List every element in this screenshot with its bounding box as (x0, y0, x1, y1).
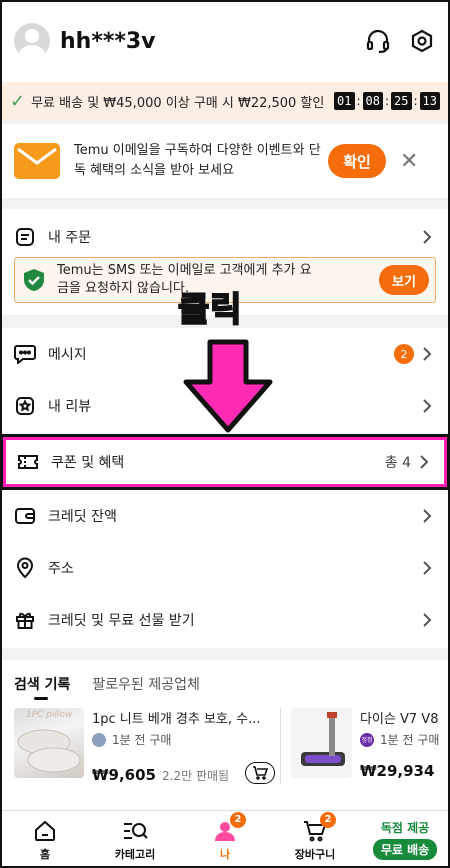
chevron-right-icon (422, 399, 436, 413)
avatar[interactable] (14, 23, 50, 59)
product-name: 다이슨 V7 V8 (360, 712, 439, 727)
confirm-button[interactable]: 확인 (328, 144, 386, 178)
timer-seconds: 25 (391, 92, 412, 110)
add-to-cart-button[interactable] (245, 762, 276, 784)
cart-badge: 2 (320, 811, 336, 828)
seller-badge: 정정 (360, 732, 374, 747)
purchase-time: 1분 전 구매 (112, 733, 172, 747)
credit-gifts-label: 크레딧 및 무료 선물 받기 (48, 613, 195, 629)
review-star-icon (14, 395, 36, 417)
gift-icon (14, 609, 36, 631)
timer-centiseconds: 13 (419, 92, 440, 110)
chevron-right-icon (422, 347, 436, 361)
countdown-timer: 01 : 08 : 25 : 13 (334, 92, 440, 110)
envelope-icon (14, 143, 60, 179)
timer-hours: 01 (334, 92, 355, 110)
chevron-right-icon (422, 613, 436, 627)
free-shipping-pill: 무료 배송 (372, 839, 438, 860)
chevron-right-icon (422, 230, 436, 244)
me-badge: 2 (230, 811, 246, 828)
messages-label: 메시지 (48, 347, 87, 363)
account-menu-section: 크레딧 잔액 주소 크레딧 및 무료 선물 받기 (0, 490, 450, 648)
nav-home[interactable]: 홈 (0, 818, 90, 862)
headset-icon[interactable] (364, 27, 392, 55)
coupons-section: 쿠폰 및 혜택 총 4 (0, 434, 450, 490)
promo-text: 무료 배송 및 ₩45,000 이상 구매 시 ₩22,500 할인 (31, 95, 325, 111)
nav-me[interactable]: 2 나 (180, 811, 270, 862)
check-icon: ✓ (10, 90, 26, 112)
cart-icon: 2 (302, 811, 336, 844)
credit-balance-row[interactable]: 크레딧 잔액 (0, 490, 450, 542)
buyer-avatar (92, 732, 106, 747)
bottom-navigation: 홈 카테고리 2 나 2 장바구니 독점 제공 무료 배송 (0, 810, 450, 868)
nav-cart[interactable]: 2 장바구니 (270, 811, 360, 862)
product-price: ₩29,934 (360, 762, 435, 780)
email-subscribe-text: Temu 이메일을 구독하여 다양한 이벤트와 단독 혜택의 소식을 받아 보세… (74, 143, 321, 178)
chevron-right-icon (419, 455, 433, 469)
chevron-right-icon (422, 509, 436, 523)
settings-icon[interactable] (408, 27, 436, 55)
tab-search-history[interactable]: 검색 기록 (14, 674, 70, 702)
messages-count-badge: 2 (394, 344, 414, 364)
shield-check-icon (21, 267, 47, 293)
credit-gifts-row[interactable]: 크레딧 및 무료 선물 받기 (0, 594, 450, 646)
purchase-time: 1분 전 구매 (380, 733, 440, 747)
address-label: 주소 (48, 561, 74, 577)
product-card[interactable]: 1PC pillow 1pc 니트 베개 경추 보호, 수... 1분 전 구매… (14, 708, 280, 784)
product-image[interactable] (291, 708, 352, 778)
person-icon: 2 (212, 811, 246, 844)
credit-balance-label: 크레딧 잔액 (48, 509, 117, 525)
message-bubble-icon (14, 343, 36, 365)
tab-followed-sellers[interactable]: 팔로우된 제공업체 (92, 674, 200, 702)
product-price: ₩9,605 (92, 766, 156, 784)
wallet-icon (14, 505, 36, 527)
coupons-count: 총 4 (384, 455, 411, 471)
down-arrow-icon (180, 338, 276, 438)
close-icon[interactable]: ✕ (400, 149, 418, 174)
view-button[interactable]: 보기 (379, 265, 429, 295)
address-row[interactable]: 주소 (0, 542, 450, 594)
coupons-label: 쿠폰 및 혜택 (51, 455, 125, 471)
product-card[interactable]: 다이슨 V7 V8 정정 1분 전 구매 ₩29,934 (280, 708, 450, 784)
coupons-benefits-row[interactable]: 쿠폰 및 혜택 총 4 (3, 437, 447, 487)
product-image[interactable]: 1PC pillow (14, 708, 84, 778)
free-shipping-tag[interactable]: 독점 제공 무료 배송 (360, 819, 450, 860)
home-icon (32, 818, 58, 844)
click-annotation-label: 클릭 (177, 289, 243, 331)
sold-count: 2.2만 판매됨 (162, 769, 230, 783)
account-header: hh***3v (0, 0, 450, 82)
coupon-ticket-icon (17, 451, 39, 473)
timer-minutes: 08 (362, 92, 383, 110)
nav-cart-label: 장바구니 (294, 847, 336, 861)
exclusive-offer-label: 독점 제공 (380, 821, 430, 835)
username: hh***3v (60, 28, 156, 54)
my-orders-label: 내 주문 (48, 230, 92, 246)
my-reviews-label: 내 리뷰 (48, 399, 92, 415)
nav-category[interactable]: 카테고리 (90, 818, 180, 862)
history-section: 검색 기록 팔로우된 제공업체 1PC pillow 1pc 니트 베개 경추 … (0, 660, 450, 810)
nav-category-label: 카테고리 (114, 847, 156, 861)
nav-me-label: 나 (219, 847, 231, 861)
email-subscribe-card: Temu 이메일을 구독하여 다양한 이벤트와 단독 혜택의 소식을 받아 보세… (0, 124, 450, 198)
nav-home-label: 홈 (39, 847, 51, 861)
product-name: 1pc 니트 베개 경추 보호, 수... (92, 712, 261, 727)
category-search-icon (122, 818, 148, 844)
location-pin-icon (14, 557, 36, 579)
order-list-icon (14, 226, 36, 248)
free-shipping-promo-bar[interactable]: ✓ 무료 배송 및 ₩45,000 이상 구매 시 ₩22,500 할인 01 … (0, 82, 450, 120)
chevron-right-icon (422, 561, 436, 575)
